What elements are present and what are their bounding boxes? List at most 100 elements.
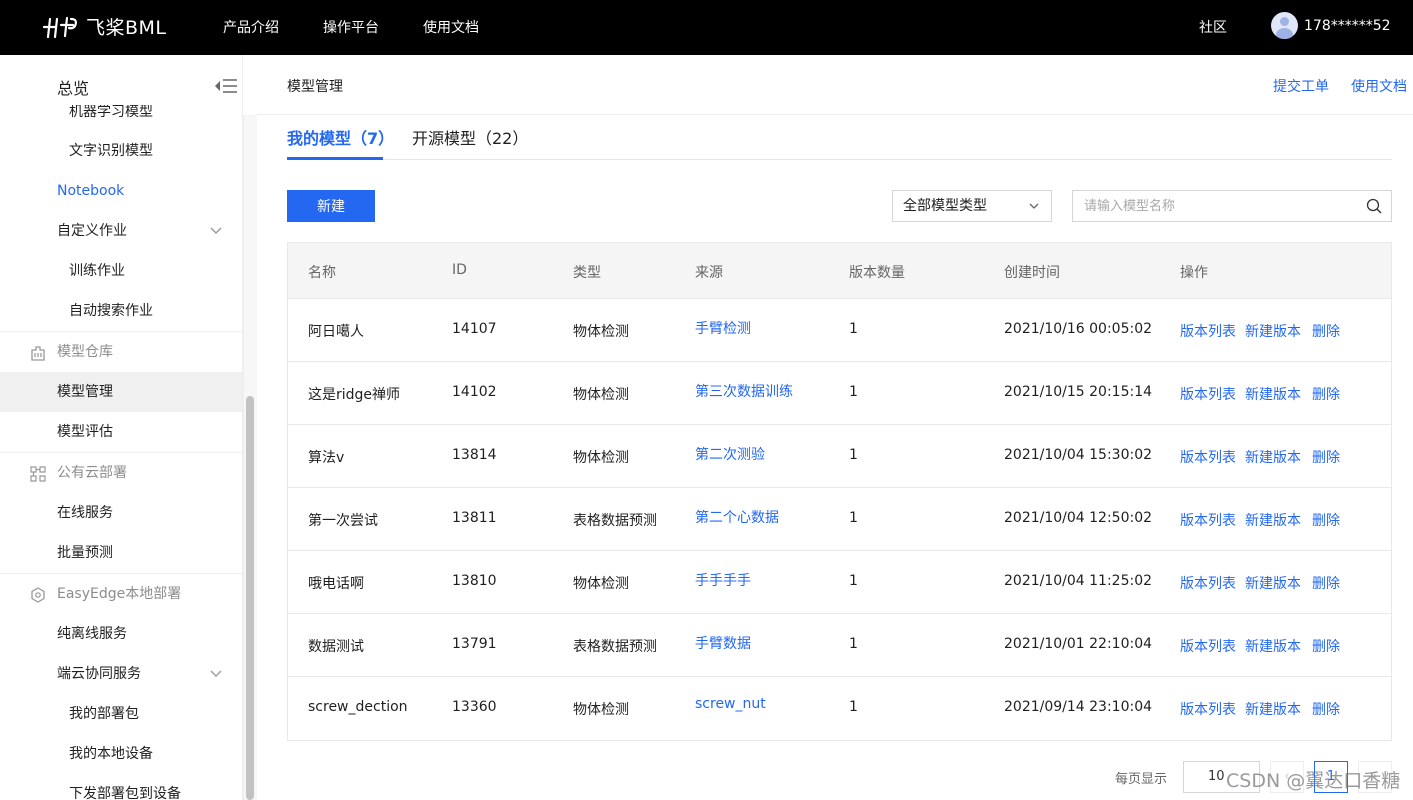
user-menu[interactable]: 178******52 xyxy=(1271,12,1391,39)
sidebar-item-notebook[interactable]: Notebook xyxy=(0,171,242,211)
nav-product-intro[interactable]: 产品介绍 xyxy=(223,17,279,37)
paddle-logo-icon xyxy=(42,16,77,38)
sidebar-item-edge-cloud-service[interactable]: 端云协同服务 xyxy=(0,654,242,694)
model-search xyxy=(1072,190,1392,222)
sidebar-item-label: Notebook xyxy=(57,183,125,199)
delete-link[interactable]: 删除 xyxy=(1312,384,1340,404)
sidebar-item-ocr-model[interactable]: 文字识别模型 xyxy=(0,131,242,171)
sidebar-item-label: 在线服务 xyxy=(57,505,113,521)
sidebar-scrollbar-thumb[interactable] xyxy=(246,396,254,800)
delete-link[interactable]: 删除 xyxy=(1312,573,1340,593)
table-row: 数据测试 13791 表格数据预测 手臂数据 1 2021/10/01 22:1… xyxy=(288,614,1391,677)
version-list-link[interactable]: 版本列表 xyxy=(1180,699,1236,719)
version-list-link[interactable]: 版本列表 xyxy=(1180,384,1236,404)
delete-link[interactable]: 删除 xyxy=(1312,510,1340,530)
new-version-link[interactable]: 新建版本 xyxy=(1245,636,1301,656)
sidebar: 总览 机器学习模型 文字识别模型 Notebook 自定义作业 训练作业 自动搜… xyxy=(0,55,243,800)
sidebar-item-online-service[interactable]: 在线服务 xyxy=(0,493,242,533)
cell-source-link[interactable]: screw_nut xyxy=(695,696,766,712)
cell-source-link[interactable]: 手臂数据 xyxy=(695,633,751,653)
model-type-select-value: 全部模型类型 xyxy=(903,198,987,214)
sidebar-item-model-manage[interactable]: 模型管理 xyxy=(0,372,242,412)
sidebar-item-model-eval[interactable]: 模型评估 xyxy=(0,412,242,452)
column-header-type: 类型 xyxy=(573,265,601,281)
deploy-icon xyxy=(30,466,46,482)
new-version-link[interactable]: 新建版本 xyxy=(1245,510,1301,530)
nav-platform[interactable]: 操作平台 xyxy=(323,17,379,37)
cell-created: 2021/10/04 15:30:02 xyxy=(1004,447,1153,463)
nav-docs[interactable]: 使用文档 xyxy=(423,17,479,37)
new-model-button[interactable]: 新建 xyxy=(287,190,375,222)
cell-name: 数据测试 xyxy=(308,639,364,655)
sidebar-item-label: 模型管理 xyxy=(57,384,113,400)
cell-versions: 1 xyxy=(849,321,858,337)
nav-community[interactable]: 社区 xyxy=(1199,17,1227,37)
sidebar-item-training-job[interactable]: 训练作业 xyxy=(0,251,242,291)
tab-open-source-models[interactable]: 开源模型（22） xyxy=(412,125,528,149)
sidebar-item-batch-predict[interactable]: 批量预测 xyxy=(0,533,242,573)
version-list-link[interactable]: 版本列表 xyxy=(1180,636,1236,656)
version-list-link[interactable]: 版本列表 xyxy=(1180,573,1236,593)
collapse-sidebar-icon[interactable] xyxy=(214,77,238,95)
new-version-link[interactable]: 新建版本 xyxy=(1245,384,1301,404)
version-list-link[interactable]: 版本列表 xyxy=(1180,510,1236,530)
cell-id: 13791 xyxy=(452,636,497,652)
model-tabs: 我的模型（7） 开源模型（22） xyxy=(287,115,1392,160)
model-type-select[interactable]: 全部模型类型 xyxy=(892,190,1052,222)
docs-link[interactable]: 使用文档 xyxy=(1351,76,1407,96)
sidebar-item-custom-job[interactable]: 自定义作业 xyxy=(0,211,242,251)
sidebar-item-label: 我的部署包 xyxy=(69,706,139,722)
delete-link[interactable]: 删除 xyxy=(1312,447,1340,467)
cell-name: 哦电话啊 xyxy=(308,576,364,592)
cell-source-link[interactable]: 手臂检测 xyxy=(695,318,751,338)
cell-id: 13814 xyxy=(452,447,497,463)
cell-source-link[interactable]: 第三次数据训练 xyxy=(695,381,793,401)
page-size-label: 每页显示 xyxy=(1115,772,1168,787)
top-navbar: 飞桨BML 产品介绍 操作平台 使用文档 社区 178******52 xyxy=(0,0,1413,55)
version-list-link[interactable]: 版本列表 xyxy=(1180,447,1236,467)
sidebar-item-auto-search-job[interactable]: 自动搜索作业 xyxy=(0,291,242,331)
cell-source-link[interactable]: 第二个心数据 xyxy=(695,507,779,527)
delete-link[interactable]: 删除 xyxy=(1312,321,1340,341)
search-icon[interactable] xyxy=(1366,198,1382,214)
sidebar-item-offline-service[interactable]: 纯离线服务 xyxy=(0,614,242,654)
cell-id: 14107 xyxy=(452,321,497,337)
table-row: 算法v 13814 物体检测 第二次测验 1 2021/10/04 15:30:… xyxy=(288,425,1391,488)
sidebar-item-label: 下发部署包到设备 xyxy=(69,786,181,800)
sidebar-title-overview[interactable]: 总览 xyxy=(57,75,89,99)
logo[interactable]: 飞桨BML xyxy=(42,13,167,40)
sidebar-group-easyedge: EasyEdge本地部署 xyxy=(0,573,242,613)
new-version-link[interactable]: 新建版本 xyxy=(1245,447,1301,467)
submit-ticket-link[interactable]: 提交工单 xyxy=(1273,76,1329,96)
search-input[interactable] xyxy=(1073,191,1353,221)
sidebar-item-ml-model[interactable]: 机器学习模型 xyxy=(69,105,153,119)
sidebar-item-label: 模型评估 xyxy=(57,424,113,440)
version-list-link[interactable]: 版本列表 xyxy=(1180,321,1236,341)
cell-type: 物体检测 xyxy=(573,324,629,340)
delete-link[interactable]: 删除 xyxy=(1312,699,1340,719)
cell-id: 14102 xyxy=(452,384,497,400)
cell-created: 2021/10/04 11:25:02 xyxy=(1004,573,1153,589)
cell-type: 物体检测 xyxy=(573,702,629,718)
sidebar-item-my-devices[interactable]: 我的本地设备 xyxy=(0,734,242,774)
new-version-link[interactable]: 新建版本 xyxy=(1245,573,1301,593)
new-version-link[interactable]: 新建版本 xyxy=(1245,699,1301,719)
table-header: 名称 ID 类型 来源 版本数量 创建时间 操作 xyxy=(288,243,1391,299)
cell-versions: 1 xyxy=(849,636,858,652)
cell-source-link[interactable]: 手手手手 xyxy=(695,570,751,590)
chevron-down-icon xyxy=(210,227,222,234)
cell-versions: 1 xyxy=(849,447,858,463)
cell-id: 13360 xyxy=(452,699,497,715)
new-version-link[interactable]: 新建版本 xyxy=(1245,321,1301,341)
cell-source-link[interactable]: 第二次测验 xyxy=(695,444,765,464)
table-row: screw_dection 13360 物体检测 screw_nut 1 202… xyxy=(288,677,1391,740)
sidebar-item-push-package[interactable]: 下发部署包到设备 xyxy=(0,774,242,800)
sidebar-item-my-packages[interactable]: 我的部署包 xyxy=(0,694,242,734)
cell-name: screw_dection xyxy=(308,699,408,715)
sidebar-item-label: 文字识别模型 xyxy=(69,143,153,159)
delete-link[interactable]: 删除 xyxy=(1312,636,1340,656)
table-row: 哦电话啊 13810 物体检测 手手手手 1 2021/10/04 11:25:… xyxy=(288,551,1391,614)
cell-name: 第一次尝试 xyxy=(308,513,378,529)
tab-my-models[interactable]: 我的模型（7） xyxy=(287,125,394,149)
cell-versions: 1 xyxy=(849,573,858,589)
